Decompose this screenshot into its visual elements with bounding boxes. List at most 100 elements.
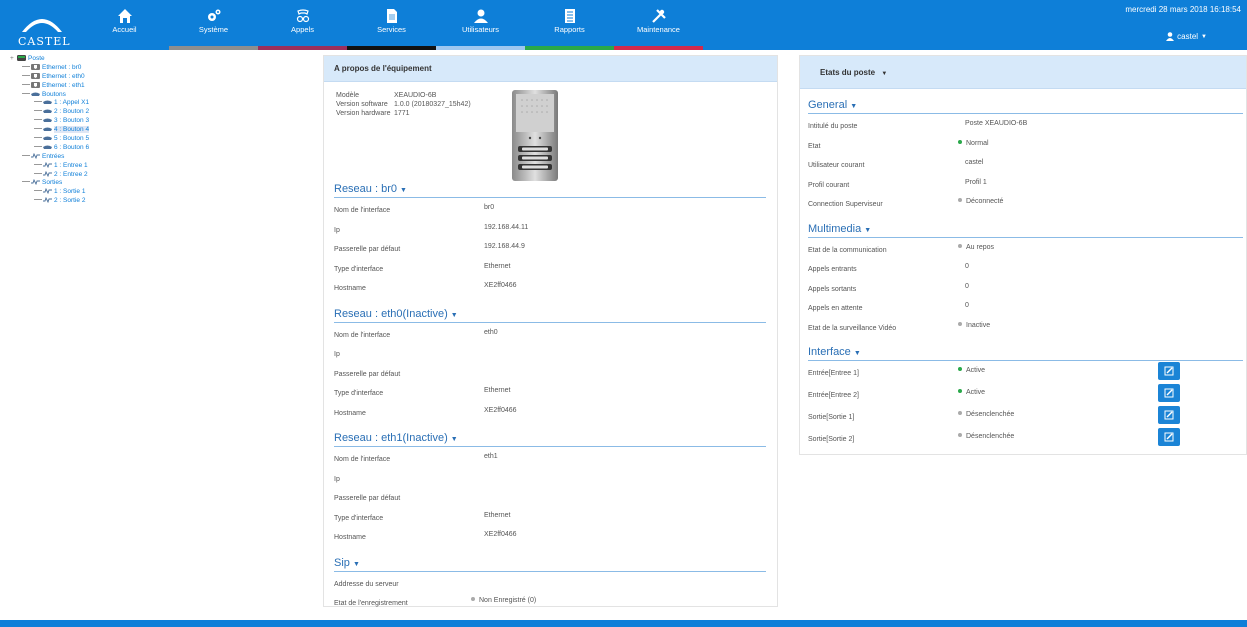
tree-connector: [22, 181, 30, 183]
tree-toggle-icon[interactable]: +: [10, 55, 17, 64]
tree-item[interactable]: 1 : Sortie 1: [10, 188, 310, 197]
top-navbar: CASTEL Accueil Système Appels Services U…: [0, 0, 1247, 50]
status-value: Désenclenchée: [958, 433, 1014, 440]
info-key: Ip: [334, 351, 340, 358]
caret-down-icon: ▼: [850, 103, 858, 110]
nav-services[interactable]: Services: [347, 0, 436, 50]
status-dot: [958, 411, 962, 415]
status-dot: [958, 243, 962, 248]
section-title: Reseau : eth0(Inactive): [334, 307, 448, 320]
section-header[interactable]: Reseau : eth1(Inactive) ▼: [334, 432, 766, 447]
tree-item[interactable]: Sorties: [10, 179, 310, 188]
status-row: Intitulé du poste Poste XEAUDIO-6B: [808, 120, 1238, 137]
info-key: Type d'interface: [334, 390, 384, 397]
section-header[interactable]: Multimedia ▼: [808, 223, 1243, 238]
nav-utilisateurs[interactable]: Utilisateurs: [436, 0, 525, 50]
tree-item[interactable]: Ethernet : eth0: [10, 72, 310, 82]
nav-label: Rapports: [554, 25, 585, 34]
info-key: Hostname: [334, 285, 366, 292]
model-label: Modèle: [336, 92, 359, 99]
tree-item[interactable]: 1 : Entree 1: [10, 161, 310, 171]
section-header[interactable]: Sip ▼: [334, 557, 766, 572]
tree-connector: [34, 145, 42, 147]
users-icon: [473, 9, 488, 23]
tree-item-label: Sorties: [42, 179, 63, 187]
nav-label: Appels: [291, 25, 314, 34]
info-key: Hostname: [334, 409, 366, 417]
tree-item[interactable]: 2 : Sortie 2: [10, 197, 310, 206]
section-header[interactable]: Reseau : eth0(Inactive) ▼: [334, 308, 766, 323]
tree-item[interactable]: 2 : Bouton 2: [10, 108, 310, 117]
edit-button[interactable]: [1158, 362, 1180, 380]
nav-accueil[interactable]: Accueil: [80, 0, 169, 50]
tree-item[interactable]: Ethernet : br0: [10, 63, 310, 73]
info-key: Passerelle par défaut: [334, 370, 401, 378]
tree-item[interactable]: 2 : Entree 2: [10, 170, 310, 180]
user-menu[interactable]: castel ▼: [1166, 32, 1207, 41]
info-row: Type d'interface Ethernet: [334, 387, 754, 402]
status-row: Profil courant Profil 1: [808, 179, 1238, 196]
sw-label: Version software: [336, 101, 388, 108]
info-key: Type d'interface: [334, 514, 384, 522]
tree-item[interactable]: Ethernet : eth1: [10, 81, 310, 91]
button-icon: [43, 118, 52, 123]
section-header[interactable]: Reseau : br0 ▼: [334, 183, 766, 198]
tree-item[interactable]: 4 : Bouton 4: [10, 126, 310, 135]
report-icon: [564, 9, 575, 23]
tree-connector: [22, 83, 30, 85]
edit-button[interactable]: [1158, 406, 1180, 424]
io-icon: [31, 152, 40, 159]
status-row: Appels sortants 0: [808, 283, 1238, 300]
nav-appels[interactable]: Appels: [258, 0, 347, 50]
status-panel-header[interactable]: Etats du poste ▼: [800, 56, 1246, 89]
button-icon: [43, 109, 52, 114]
status-value: Active: [958, 367, 985, 374]
status-value: Désenclenchée: [958, 411, 1014, 418]
info-row: Ip: [334, 476, 754, 488]
edit-icon: [1164, 432, 1174, 442]
main-nav: Accueil Système Appels Services Utilisat…: [80, 0, 703, 50]
network-icon: [31, 81, 40, 88]
logo-text: CASTEL: [18, 35, 71, 48]
tree-item[interactable]: 3 : Bouton 3: [10, 117, 310, 126]
tree-connector: [34, 110, 42, 112]
tree-item-label: 2 : Entree 2: [54, 170, 88, 178]
caret-down-icon: ▼: [400, 187, 407, 194]
info-value: Ethernet: [484, 511, 511, 519]
nav-maintenance[interactable]: Maintenance: [614, 0, 703, 50]
tree-item[interactable]: Boutons: [10, 91, 310, 100]
tree-item-label: 1 : Appel X1: [54, 99, 90, 107]
info-row: Nom de l'interface eth1: [334, 453, 754, 468]
info-key: Nom de l'interface: [334, 331, 391, 339]
info-key: Ip: [334, 475, 340, 483]
tree-item[interactable]: 1 : Appel X1: [10, 99, 310, 108]
status-key: Entrée[Entree 1]: [808, 370, 859, 377]
tree-item[interactable]: 5 : Bouton 5: [10, 135, 310, 144]
tree-item[interactable]: + Poste: [10, 55, 310, 64]
castel-logo[interactable]: CASTEL: [18, 10, 71, 48]
status-value: 0: [965, 302, 969, 309]
status-dot: [958, 198, 962, 202]
status-key: Connection Superviseur: [808, 201, 883, 208]
status-value: Poste XEAUDIO-6B: [965, 120, 1028, 127]
info-row: Type d'interface Ethernet: [334, 263, 754, 278]
section-title: Sip: [334, 556, 350, 569]
nav-systme[interactable]: Système: [169, 0, 258, 50]
status-row: Etat Normal: [808, 139, 1238, 157]
section-header[interactable]: Interface ▼: [808, 346, 1243, 361]
info-key: Addresse du serveur: [334, 580, 399, 588]
tree-item[interactable]: 6 : Bouton 6: [10, 144, 310, 153]
status-dot: [471, 597, 475, 601]
tree-item[interactable]: Entrées: [10, 152, 310, 162]
info-value: 192.168.44.11: [484, 223, 529, 231]
tree-item-label: 1 : Sortie 1: [54, 188, 86, 196]
status-value: 0: [965, 263, 969, 270]
edit-button[interactable]: [1158, 428, 1180, 446]
section-header[interactable]: General ▼: [808, 99, 1243, 114]
status-panel-title: Etats du poste: [820, 68, 876, 77]
nav-rapports[interactable]: Rapports: [525, 0, 614, 50]
network-icon: [31, 63, 40, 70]
edit-icon: [1164, 410, 1174, 420]
edit-button[interactable]: [1158, 384, 1180, 402]
status-key: Entrée[Entree 2]: [808, 392, 859, 399]
